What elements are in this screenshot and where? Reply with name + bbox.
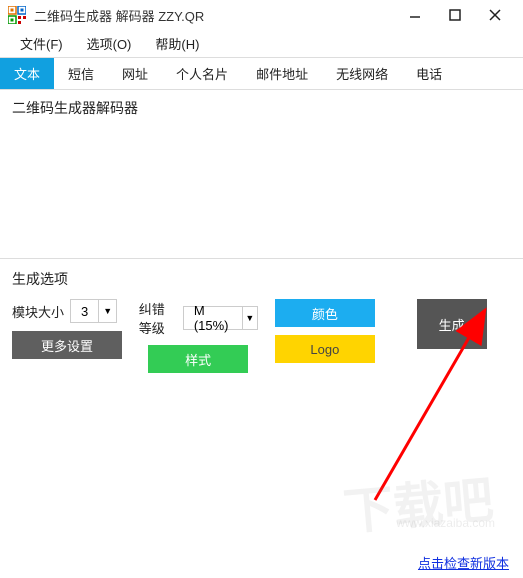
module-size-dropdown[interactable]: 3 ▼	[70, 299, 117, 323]
minimize-button[interactable]	[395, 1, 435, 29]
options-title: 生成选项	[12, 269, 511, 289]
content-text: 二维码生成器解码器	[12, 100, 138, 116]
ecc-label: 纠错等级	[139, 299, 177, 337]
chevron-down-icon: ▼	[242, 306, 256, 330]
titlebar: 二维码生成器 解码器 ZZY.QR	[0, 0, 523, 30]
tab-card[interactable]: 个人名片	[162, 58, 242, 89]
menu-options[interactable]: 选项(O)	[77, 30, 142, 57]
tab-sms[interactable]: 短信	[54, 58, 108, 89]
maximize-button[interactable]	[435, 1, 475, 29]
module-size-label: 模块大小	[12, 302, 64, 321]
watermark-url: www.xiazaiba.com	[396, 516, 495, 530]
ecc-value: M (15%)	[184, 303, 242, 333]
check-update-link[interactable]: 点击检查新版本	[418, 556, 509, 571]
tab-phone[interactable]: 电话	[402, 58, 456, 89]
style-button[interactable]: 样式	[148, 345, 248, 373]
generate-button[interactable]: 生成	[417, 299, 487, 349]
color-button[interactable]: 颜色	[275, 299, 375, 327]
menubar: 文件(F) 选项(O) 帮助(H)	[0, 30, 523, 58]
tab-wifi[interactable]: 无线网络	[322, 58, 402, 89]
menu-help[interactable]: 帮助(H)	[145, 30, 209, 57]
menu-file[interactable]: 文件(F)	[10, 30, 73, 57]
options-section: 生成选项 模块大小 3 ▼ 更多设置 纠错等级 M (15%) ▼ 样式	[0, 259, 523, 373]
ecc-dropdown[interactable]: M (15%) ▼	[183, 306, 258, 330]
window-controls	[395, 1, 515, 29]
watermark: 下载吧	[340, 460, 496, 545]
tab-url[interactable]: 网址	[108, 58, 162, 89]
status-bar: 点击检查新版本	[418, 553, 509, 572]
tab-email[interactable]: 邮件地址	[242, 58, 322, 89]
chevron-down-icon: ▼	[98, 299, 116, 323]
module-size-value: 3	[71, 304, 98, 319]
content-textarea[interactable]: 二维码生成器解码器	[0, 89, 523, 259]
close-button[interactable]	[475, 1, 515, 29]
more-settings-button[interactable]: 更多设置	[12, 331, 122, 359]
tabs: 文本 短信 网址 个人名片 邮件地址 无线网络 电话	[0, 58, 523, 89]
app-icon	[8, 6, 26, 24]
logo-button[interactable]: Logo	[275, 335, 375, 363]
tab-text[interactable]: 文本	[0, 58, 54, 89]
window-title: 二维码生成器 解码器 ZZY.QR	[34, 6, 395, 25]
